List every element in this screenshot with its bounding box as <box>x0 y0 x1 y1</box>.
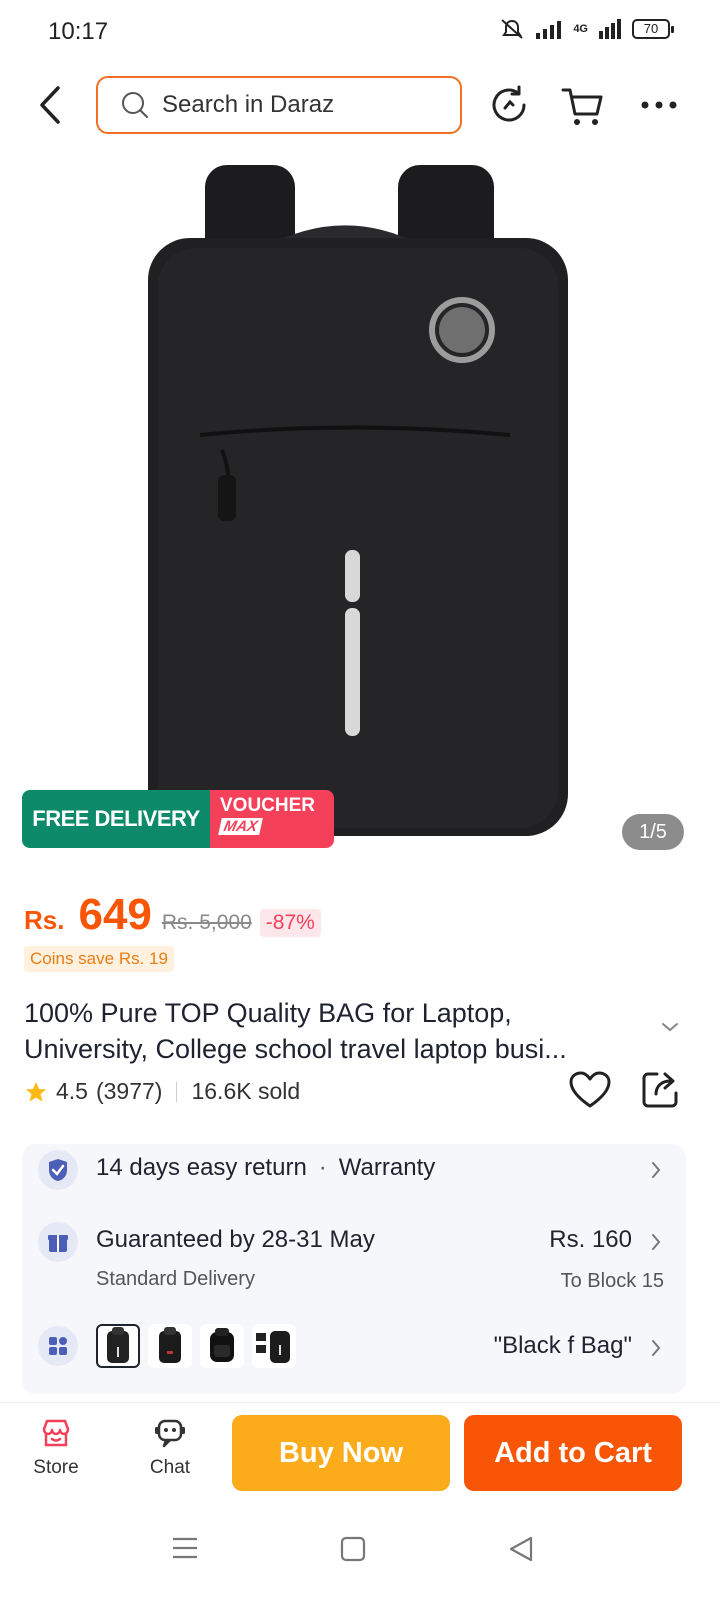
discount-badge: -87% <box>259 909 321 937</box>
chat-label: Chat <box>149 1457 191 1478</box>
store-icon <box>16 1413 96 1453</box>
product-title-line2: University, College school travel laptop… <box>24 1034 567 1064</box>
cart-icon[interactable] <box>560 82 606 128</box>
star-icon <box>26 1081 46 1101</box>
more-icon[interactable] <box>636 82 682 128</box>
history-icon[interactable] <box>486 82 532 128</box>
delivery-destination: To Block 15 <box>560 1270 664 1292</box>
delivery-guarantee: Guaranteed by 28-31 May <box>96 1226 375 1253</box>
store-button[interactable]: Store <box>16 1413 96 1479</box>
max-label: MAX <box>218 818 264 835</box>
home-icon[interactable] <box>340 1536 366 1562</box>
mute-icon <box>501 19 523 39</box>
bottom-action-bar: Store Chat Buy Now Add to Cart <box>0 1402 720 1502</box>
search-input[interactable]: Search in Daraz <box>96 76 462 134</box>
status-time: 10:17 <box>48 18 109 45</box>
return-warranty-row[interactable]: 14 days easy return · Warranty <box>22 1144 686 1214</box>
heart-icon[interactable] <box>568 1070 612 1110</box>
price-amount: 649 <box>78 890 152 939</box>
system-navigation-bar <box>0 1502 720 1600</box>
network-type-label: 4G <box>573 23 588 35</box>
chevron-right-icon <box>652 1234 661 1250</box>
back-nav-icon[interactable] <box>508 1536 534 1562</box>
system-icons: 4G 70 <box>499 18 674 40</box>
share-icon[interactable] <box>640 1068 680 1110</box>
coins-badge: Coins save Rs. 19 <box>24 946 174 972</box>
voucher-label: VOUCHER <box>220 795 316 816</box>
service-info-card: 14 days easy return · Warranty Guaranteed … <box>22 1144 686 1394</box>
delivery-row[interactable]: Guaranteed by 28-31 May Standard Deliver… <box>22 1222 686 1312</box>
chevron-right-icon <box>652 1162 661 1178</box>
signal-4g-icon <box>599 19 621 39</box>
rating-row[interactable]: 4.5 (3977) 16.6K sold <box>24 1078 300 1105</box>
promo-badge: FREE DELIVERY VOUCHER MAX <box>22 790 334 848</box>
delivery-fee: Rs. 160 <box>549 1226 632 1253</box>
top-header: Search in Daraz <box>0 70 720 140</box>
store-label: Store <box>33 1457 79 1478</box>
menu-icon[interactable] <box>172 1536 198 1560</box>
buy-now-button[interactable]: Buy Now <box>232 1415 450 1491</box>
review-count: (3977) <box>95 1078 163 1104</box>
product-title[interactable]: 100% Pure TOP Quality BAG for Laptop, Un… <box>24 995 654 1067</box>
warranty-label: Warranty <box>338 1154 436 1181</box>
signal-icon <box>536 21 562 39</box>
chat-button[interactable]: Chat <box>130 1413 210 1479</box>
variant-thumbnails <box>96 1324 296 1368</box>
chat-icon <box>130 1413 210 1453</box>
free-delivery-badge: FREE DELIVERY <box>22 790 210 848</box>
status-bar: 10:17 4G 70 <box>0 0 720 62</box>
price-row: Rs. 649 Rs. 5,000 -87% <box>24 890 321 940</box>
variant-thumb[interactable] <box>96 1324 140 1368</box>
grid-icon <box>38 1326 78 1366</box>
search-icon <box>122 92 148 118</box>
image-counter: 1/5 <box>622 814 684 850</box>
rating-value: 4.5 <box>56 1078 88 1104</box>
variant-thumb[interactable] <box>148 1324 192 1368</box>
search-placeholder: Search in Daraz <box>162 91 335 118</box>
back-icon[interactable] <box>30 80 70 130</box>
price-currency: Rs. <box>24 905 65 935</box>
variant-thumb[interactable] <box>200 1324 244 1368</box>
add-to-cart-button[interactable]: Add to Cart <box>464 1415 682 1491</box>
variant-thumb[interactable] <box>252 1324 296 1368</box>
chevron-right-icon <box>652 1340 661 1356</box>
backpack-image <box>148 165 568 836</box>
voucher-max-badge: VOUCHER MAX <box>210 790 334 848</box>
separator-dot: · <box>318 1154 327 1181</box>
delivery-type: Standard Delivery <box>96 1268 255 1290</box>
return-label: 14 days easy return <box>96 1154 307 1181</box>
product-title-line1: 100% Pure TOP Quality BAG for Laptop, <box>24 998 512 1028</box>
sold-count: 16.6K sold <box>191 1078 301 1104</box>
original-price: Rs. 5,000 <box>161 911 252 934</box>
variant-row[interactable]: "Black f Bag" <box>22 1322 686 1382</box>
divider <box>176 1081 178 1102</box>
selected-variant: "Black f Bag" <box>493 1332 632 1359</box>
battery-icon: 70 <box>632 19 674 39</box>
chevron-down-icon[interactable] <box>660 1020 680 1034</box>
product-image[interactable] <box>0 150 720 850</box>
gift-box-icon <box>38 1222 78 1262</box>
shield-check-icon <box>38 1150 78 1190</box>
